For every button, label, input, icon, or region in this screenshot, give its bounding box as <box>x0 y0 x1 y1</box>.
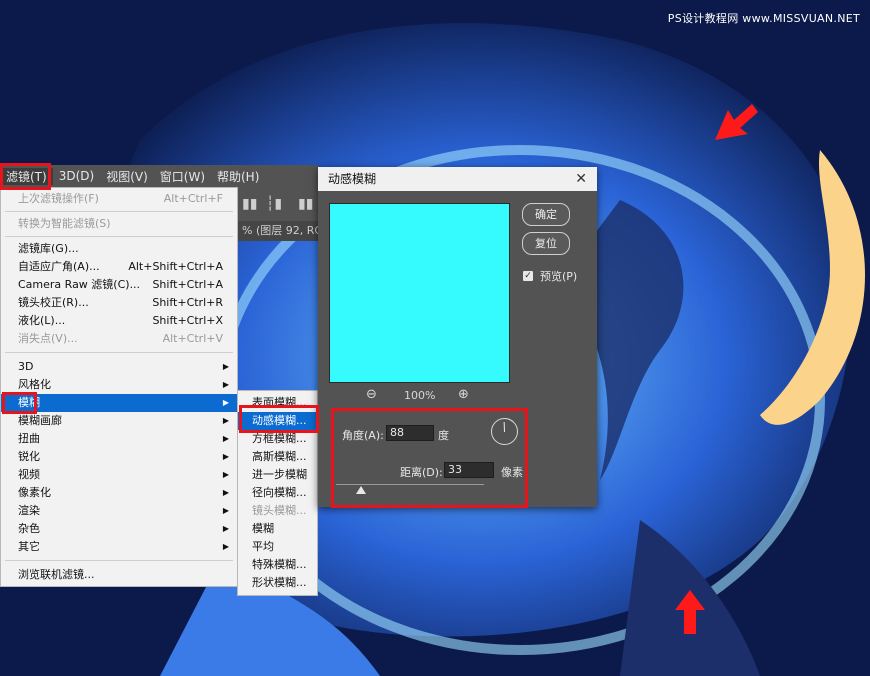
dialog-titlebar: 动感模糊 ✕ <box>318 167 597 191</box>
highlight-box-dialog-settings <box>331 408 528 508</box>
menu-item-pixelate[interactable]: 像素化 ▶ <box>1 484 237 502</box>
highlight-box-blur <box>2 392 37 414</box>
menu-help[interactable]: 帮助(H) <box>211 168 265 185</box>
align-right-icon[interactable]: ▮▮ <box>298 196 313 212</box>
ok-button[interactable]: 确定 <box>522 203 570 226</box>
close-icon[interactable]: ✕ <box>575 167 587 191</box>
red-arrow-up-icon <box>675 590 705 634</box>
menu-item-video[interactable]: 视频 ▶ <box>1 466 237 484</box>
submenu-item-blur-more[interactable]: 进一步模糊 <box>238 466 317 484</box>
watermark-text: PS设计教程网 www.MISSVUAN.NET <box>667 12 860 25</box>
menu-item-vanishing-point[interactable]: 消失点(V)... Alt+Ctrl+V <box>1 330 237 348</box>
menu-item-other[interactable]: 其它 ▶ <box>1 538 237 556</box>
submenu-item-average[interactable]: 平均 <box>238 538 317 556</box>
preview-checkbox-label: 预览(P) <box>540 270 578 283</box>
menu-item-liquify[interactable]: 液化(L)... Shift+Ctrl+X <box>1 312 237 330</box>
align-icon[interactable]: ▮▮ <box>242 196 257 212</box>
highlight-box-filter-menu <box>0 163 51 190</box>
submenu-item-lens-blur[interactable]: 镜头模糊... <box>238 502 317 520</box>
red-arrow-icon <box>715 104 758 140</box>
menu-window[interactable]: 窗口(W) <box>154 168 211 185</box>
submenu-item-blur[interactable]: 模糊 <box>238 520 317 538</box>
preview-checkbox[interactable]: ✓ <box>523 271 533 281</box>
zoom-level: 100% <box>404 389 436 402</box>
submenu-item-shape-blur[interactable]: 形状模糊... <box>238 574 317 592</box>
zoom-in-icon[interactable]: ⊕ <box>458 387 469 402</box>
submenu-item-gaussian-blur[interactable]: 高斯模糊... <box>238 448 317 466</box>
highlight-box-motion-blur <box>239 405 319 433</box>
menu-item-sharpen[interactable]: 锐化 ▶ <box>1 448 237 466</box>
menu-item-filter-gallery[interactable]: 滤镜库(G)... <box>1 240 237 258</box>
menu-item-blur-gallery[interactable]: 模糊画廊 ▶ <box>1 412 237 430</box>
menu-item-render[interactable]: 渲染 ▶ <box>1 502 237 520</box>
menu-item-distort[interactable]: 扭曲 ▶ <box>1 430 237 448</box>
submenu-item-radial-blur[interactable]: 径向模糊... <box>238 484 317 502</box>
preview-area[interactable] <box>329 203 510 383</box>
options-toolbar: ▮▮ ┆▮ ▮▮ <box>238 187 318 221</box>
distribute-icon[interactable]: ┆▮ <box>266 196 282 212</box>
menu-item-3d[interactable]: 3D ▶ <box>1 358 237 376</box>
dialog-title: 动感模糊 <box>328 172 377 186</box>
zoom-out-icon[interactable]: ⊖ <box>366 387 377 402</box>
menu-item-last-filter[interactable]: 上次滤镜操作(F) Alt+Ctrl+F <box>1 190 237 208</box>
menu-item-lens-correction[interactable]: 镜头校正(R)... Shift+Ctrl+R <box>1 294 237 312</box>
document-tab[interactable]: % (图层 92, RGB/ <box>238 221 322 241</box>
menu-item-noise[interactable]: 杂色 ▶ <box>1 520 237 538</box>
menu-item-adaptive-wide-angle[interactable]: 自适应广角(A)... Alt+Shift+Ctrl+A <box>1 258 237 276</box>
menu-3d[interactable]: 3D(D) <box>53 169 100 183</box>
reset-button[interactable]: 复位 <box>522 232 570 255</box>
submenu-item-smart-blur[interactable]: 特殊模糊... <box>238 556 317 574</box>
filter-menu: 上次滤镜操作(F) Alt+Ctrl+F 转换为智能滤镜(S) 滤镜库(G)...… <box>0 187 238 587</box>
menu-item-browse-online[interactable]: 浏览联机滤镜... <box>1 566 237 584</box>
menu-view[interactable]: 视图(V) <box>100 168 154 185</box>
menu-item-camera-raw[interactable]: Camera Raw 滤镜(C)... Shift+Ctrl+A <box>1 276 237 294</box>
menu-item-smart-filter[interactable]: 转换为智能滤镜(S) <box>1 215 237 233</box>
